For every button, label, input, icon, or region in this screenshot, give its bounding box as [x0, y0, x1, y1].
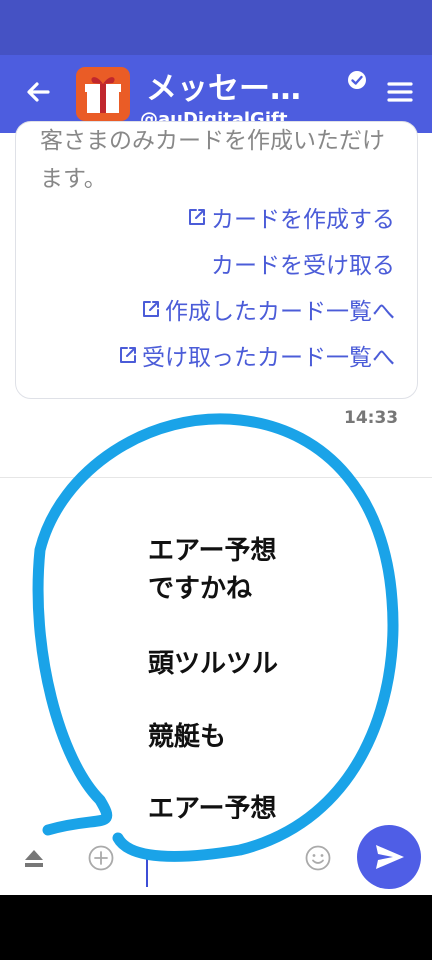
send-button[interactable] — [357, 825, 421, 889]
link-label: カードを作成する — [211, 207, 395, 233]
app-avatar[interactable] — [76, 67, 130, 121]
received-cards-link[interactable]: 受け取ったカード一覧へ — [118, 338, 395, 372]
external-link-icon — [143, 301, 159, 317]
chat-area[interactable]: 客さまのみカードを作成いただけます。 カードを作成する カードを受け取る 作成し… — [0, 121, 432, 477]
status-bar — [0, 0, 432, 55]
external-link-icon — [189, 209, 205, 225]
receive-card-link[interactable]: カードを受け取る — [211, 246, 395, 280]
suggestion-text[interactable]: 競艇も — [148, 716, 226, 753]
keyboard-suggestion-area: エアー予想 ですかね 頭ツルツル 競艇も エアー予想 — [0, 477, 432, 824]
link-label: カードを受け取る — [211, 253, 395, 279]
back-arrow-icon — [27, 82, 50, 102]
verified-badge-icon — [348, 71, 366, 89]
card-description: 客さまのみカードを作成いただけます。 — [40, 128, 385, 192]
plus-circle-icon[interactable] — [88, 845, 114, 871]
create-card-link[interactable]: カードを作成する — [187, 200, 395, 234]
text-caret — [146, 857, 148, 887]
created-cards-link[interactable]: 作成したカード一覧へ — [141, 292, 395, 326]
suggestion-text[interactable]: 頭ツルツル — [148, 643, 278, 680]
suggestion-text[interactable]: エアー予想 — [148, 530, 276, 567]
chat-title: メッセー… — [146, 71, 301, 103]
message-input[interactable] — [134, 839, 298, 881]
menu-button[interactable] — [386, 75, 414, 109]
eject-icon[interactable] — [22, 847, 46, 869]
link-label: 作成したカード一覧へ — [165, 299, 395, 325]
send-icon — [376, 845, 404, 869]
back-button[interactable] — [22, 75, 54, 109]
external-link-icon — [120, 347, 136, 363]
system-navigation-bar — [0, 895, 432, 960]
menu-icon — [387, 82, 413, 102]
suggestion-text[interactable]: ですかね — [148, 568, 252, 605]
link-label: 受け取ったカード一覧へ — [142, 345, 395, 371]
smiley-icon[interactable] — [305, 845, 331, 871]
message-time: 14:33 — [344, 408, 399, 428]
message-input-bar — [0, 819, 432, 895]
gift-box-icon — [85, 77, 121, 113]
message-card: 客さまのみカードを作成いただけます。 カードを作成する カードを受け取る 作成し… — [15, 121, 418, 399]
